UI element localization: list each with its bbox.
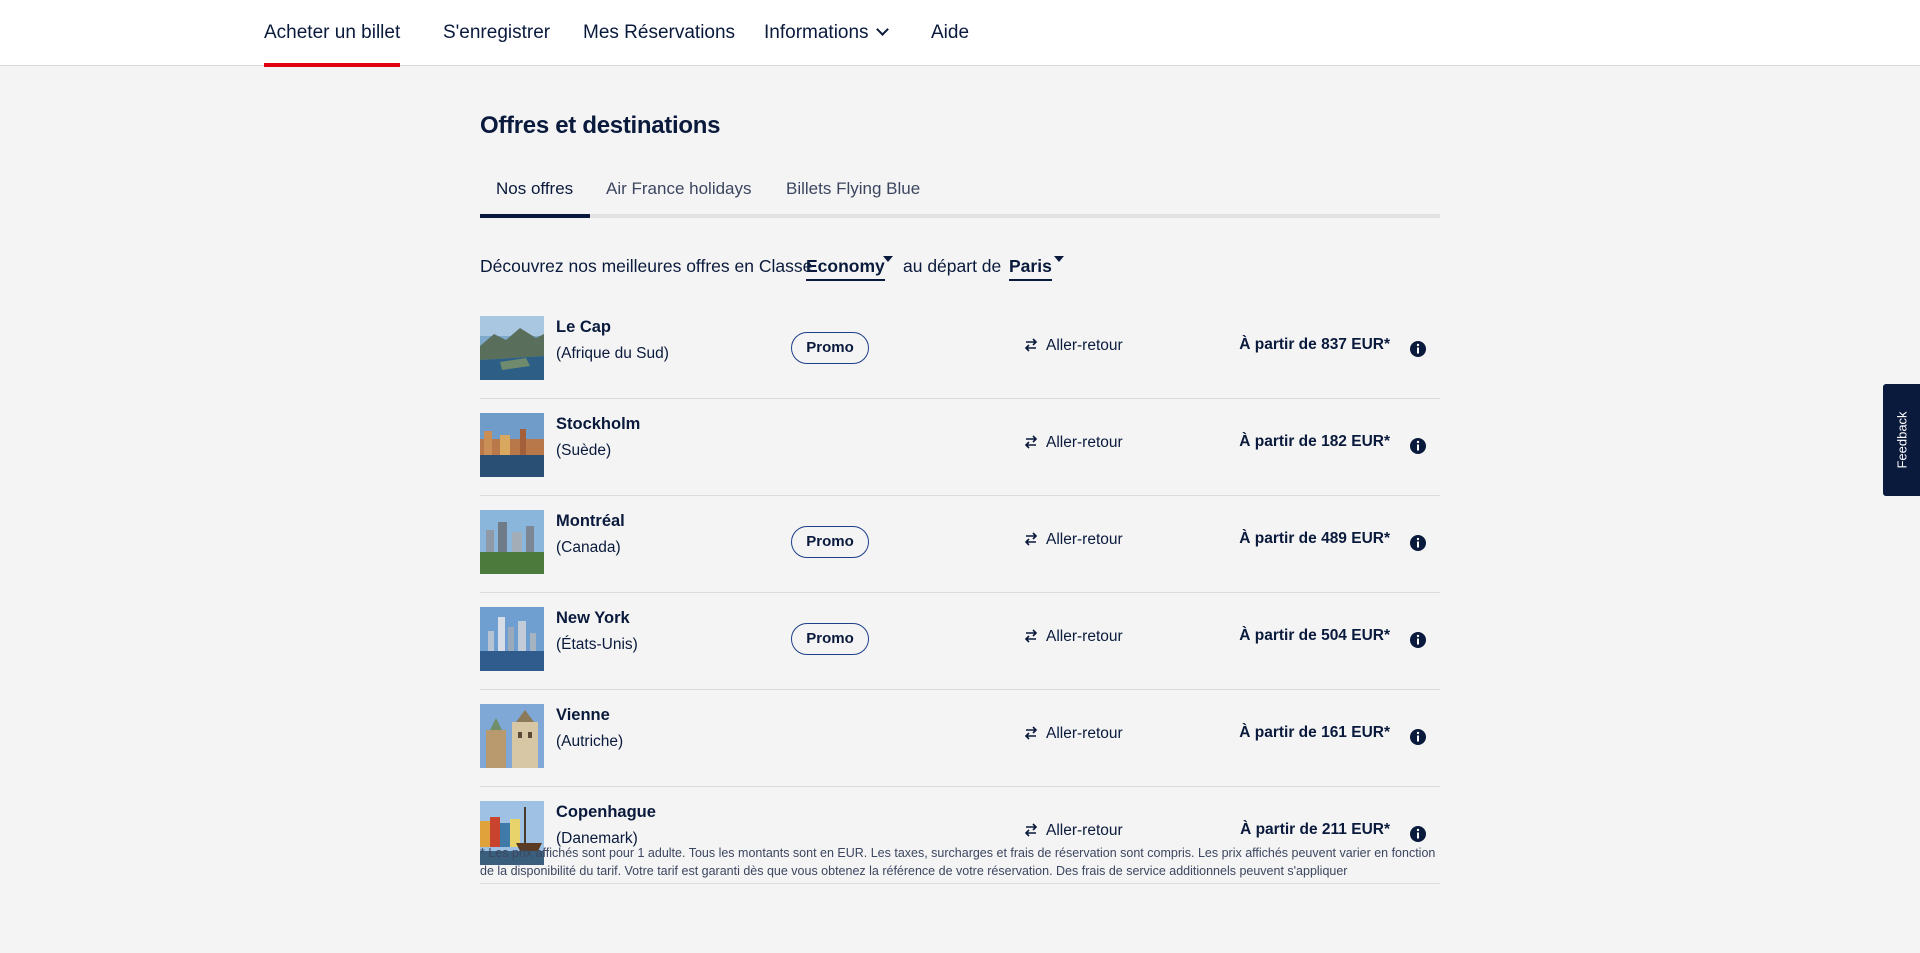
destination-country: (Suède)	[556, 442, 612, 459]
tab-air-france-holidays[interactable]: Air France holidays	[606, 179, 752, 199]
destination-city: Montréal	[556, 512, 625, 530]
promo-badge: Promo	[791, 332, 869, 364]
nav-label: S'enregistrer	[443, 22, 551, 43]
promo-badge: Promo	[791, 526, 869, 558]
offer-price: À partir de 837 EUR*	[1239, 336, 1390, 353]
trip-type-label: Aller-retour	[1046, 822, 1123, 839]
offer-price: À partir de 182 EUR*	[1239, 433, 1390, 450]
trip-type-label: Aller-retour	[1046, 725, 1123, 742]
trip-type-label: Aller-retour	[1046, 434, 1123, 451]
nav-label: Aide	[931, 22, 970, 43]
offer-price: À partir de 211 EUR*	[1240, 821, 1390, 838]
destination-city: Le Cap	[556, 318, 612, 336]
round-trip-icon	[1024, 532, 1038, 546]
trip-type-label: Aller-retour	[1046, 531, 1123, 548]
round-trip-icon	[1024, 726, 1038, 740]
filter-prefix: Découvrez nos meilleures offres en Class…	[480, 256, 813, 276]
nav-label: Informations	[764, 22, 869, 43]
info-icon[interactable]	[1409, 340, 1427, 358]
class-caret-icon[interactable]	[883, 256, 893, 262]
nav-label: Acheter un billet	[264, 22, 401, 43]
tab-billets-flying-blue[interactable]: Billets Flying Blue	[786, 179, 920, 199]
top-navigation: Acheter un billet S'enregistrer Mes Rése…	[0, 0, 1920, 67]
round-trip-icon	[1024, 823, 1038, 837]
offer-row[interactable]: Stockholm (Suède) Aller-retour À partir …	[480, 399, 1440, 496]
destination-city: Copenhague	[556, 803, 656, 821]
trip-type: Aller-retour	[1024, 822, 1123, 840]
offer-price: À partir de 504 EUR*	[1239, 627, 1390, 644]
destination-country: (États-Unis)	[556, 636, 638, 653]
trip-type: Aller-retour	[1024, 434, 1123, 452]
chevron-down-icon	[875, 23, 889, 36]
destination-photo	[480, 413, 544, 477]
feedback-label: Feedback	[1894, 411, 1909, 469]
offers-tabs	[480, 214, 1440, 218]
offer-row[interactable]: Vienne (Autriche) Aller-retour À partir …	[480, 690, 1440, 787]
tab-nos-offres[interactable]: Nos offres	[496, 179, 573, 199]
destination-city: New York	[556, 609, 630, 627]
destination-photo	[480, 510, 544, 574]
page-title: Offres et destinations	[480, 112, 721, 139]
destination-country: (Afrique du Sud)	[556, 345, 669, 362]
nav-item-reservations[interactable]: Mes Réservations	[583, 0, 735, 66]
nav-item-enregistrer[interactable]: S'enregistrer	[443, 0, 550, 66]
trip-type: Aller-retour	[1024, 531, 1123, 549]
round-trip-icon	[1024, 435, 1038, 449]
trip-type: Aller-retour	[1024, 337, 1123, 355]
info-icon[interactable]	[1409, 728, 1427, 746]
offer-price: À partir de 161 EUR*	[1239, 724, 1390, 741]
destination-city: Vienne	[556, 706, 610, 724]
active-tab-indicator	[480, 214, 590, 218]
price-disclaimer: * Les prix affichés sont pour 1 adulte. …	[480, 846, 1436, 878]
destination-country: (Canada)	[556, 539, 621, 556]
nav-item-aide[interactable]: Aide	[931, 0, 969, 66]
feedback-button[interactable]: Feedback	[1883, 384, 1920, 496]
offer-row[interactable]: Montréal (Canada) Promo Aller-retour À p…	[480, 496, 1440, 593]
departure-select[interactable]: Paris	[1009, 256, 1052, 281]
filter-middle: au départ de	[903, 256, 1002, 276]
destination-country: (Autriche)	[556, 733, 624, 750]
trip-type-label: Aller-retour	[1046, 337, 1123, 354]
offer-row[interactable]: Le Cap (Afrique du Sud) Promo Aller-reto…	[480, 302, 1440, 399]
destination-photo	[480, 607, 544, 671]
trip-type: Aller-retour	[1024, 628, 1123, 646]
trip-type-label: Aller-retour	[1046, 628, 1123, 645]
destination-photo	[480, 316, 544, 380]
destination-city: Stockholm	[556, 415, 641, 433]
destination-photo	[480, 704, 544, 768]
trip-type: Aller-retour	[1024, 725, 1123, 743]
info-icon[interactable]	[1409, 534, 1427, 552]
class-select[interactable]: Economy	[806, 256, 885, 281]
nav-label: Mes Réservations	[583, 22, 736, 43]
departure-caret-icon[interactable]	[1054, 256, 1064, 262]
promo-badge: Promo	[791, 623, 869, 655]
info-icon[interactable]	[1409, 631, 1427, 649]
offer-row[interactable]: New York (États-Unis) Promo Aller-retour…	[480, 593, 1440, 690]
nav-item-informations[interactable]: Informations	[764, 0, 889, 66]
nav-item-acheter[interactable]: Acheter un billet	[264, 0, 401, 67]
info-icon[interactable]	[1409, 437, 1427, 455]
info-icon[interactable]	[1409, 825, 1427, 843]
offer-price: À partir de 489 EUR*	[1239, 530, 1390, 547]
round-trip-icon	[1024, 338, 1038, 352]
round-trip-icon	[1024, 629, 1038, 643]
